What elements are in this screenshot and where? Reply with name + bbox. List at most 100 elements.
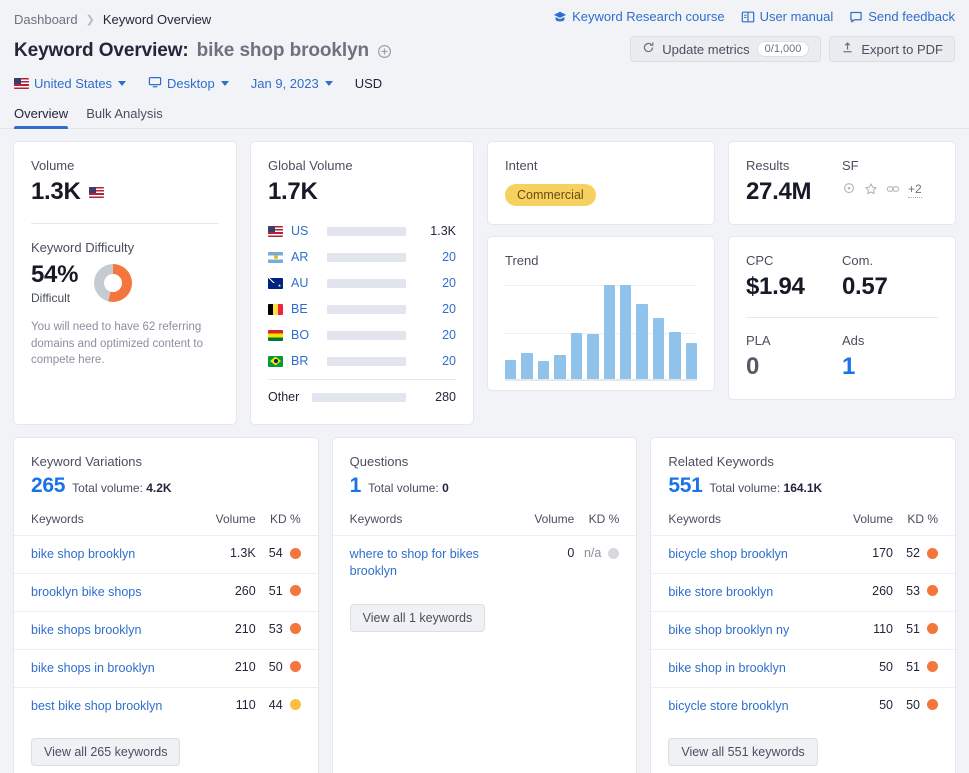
keyword-variations-count[interactable]: 265: [31, 474, 65, 498]
graduation-cap-icon: [553, 10, 567, 24]
kd-value: 53: [268, 621, 283, 636]
cpc-value: $1.94: [746, 273, 805, 300]
kd-cell: 50: [255, 648, 318, 687]
volume-cell: 110: [193, 686, 256, 725]
global-volume-value-cell[interactable]: 20: [414, 276, 456, 290]
keyword-cell[interactable]: bicycle store brooklyn: [651, 686, 832, 725]
global-volume-value-cell[interactable]: 20: [414, 250, 456, 264]
keyword-cell[interactable]: bike shop brooklyn ny: [651, 610, 832, 650]
monitor-icon: [148, 75, 162, 92]
map-pin-icon[interactable]: [842, 182, 856, 199]
global-volume-row: AR 20: [268, 244, 456, 270]
keyword-cell[interactable]: where to shop for bikes brooklyn: [332, 534, 513, 590]
sf-more-count[interactable]: +2: [908, 183, 922, 198]
table-row: bike shop brooklyn ny 110 51: [651, 610, 956, 650]
kd-value: 53: [906, 583, 921, 598]
header-action-buttons: Update metrics 0/1,000 Export to PDF: [630, 36, 955, 62]
country-filter[interactable]: United States: [14, 76, 127, 91]
star-icon[interactable]: [864, 182, 878, 199]
view-all-related-keywords-button[interactable]: View all 551 keywords: [668, 738, 818, 767]
related-keywords-total-value: 164.1K: [783, 481, 823, 495]
global-volume-value-cell[interactable]: 20: [414, 328, 456, 342]
cpc-label: CPC: [746, 253, 774, 268]
table-header-row: Keywords Volume KD %: [651, 512, 955, 536]
export-to-pdf-button[interactable]: Export to PDF: [829, 36, 955, 62]
send-feedback-link[interactable]: Send feedback: [849, 9, 955, 24]
breadcrumb-dashboard[interactable]: Dashboard: [14, 12, 78, 27]
kd-cell: n/a: [574, 534, 637, 590]
global-volume-card: Global Volume 1.7K US 1.3K AR 20 AU 20 BE 20 BO 2…: [250, 141, 474, 425]
global-volume-country-code[interactable]: BR: [291, 354, 319, 368]
kd-value: 50: [268, 659, 283, 674]
volume-cell: 210: [193, 610, 256, 650]
related-keywords-title: Related Keywords: [668, 454, 774, 469]
view-all-questions-button[interactable]: View all 1 keywords: [349, 603, 486, 632]
tab-bulk-analysis[interactable]: Bulk Analysis: [86, 106, 163, 128]
table-row: bicycle shop brooklyn 170 52: [651, 535, 956, 574]
global-volume-value-cell[interactable]: 20: [414, 354, 456, 368]
ads-label: Ads: [842, 333, 865, 348]
view-all-keyword-variations-button[interactable]: View all 265 keywords: [31, 738, 181, 767]
table-row: where to shop for bikes brooklyn 0 n/a: [332, 534, 637, 590]
pla-value: 0: [746, 353, 760, 380]
keyword-difficulty-row: 54% Difficult: [31, 261, 219, 305]
related-keywords-count[interactable]: 551: [668, 474, 702, 498]
global-volume-row: BR 20: [268, 348, 456, 374]
intent-badge[interactable]: Commercial: [505, 184, 596, 206]
global-volume-bar: [327, 356, 406, 366]
global-volume-bar: [327, 252, 406, 262]
global-volume-value-cell[interactable]: 20: [414, 302, 456, 316]
table-row: brooklyn bike shops 260 51: [14, 572, 318, 612]
keyword-cell[interactable]: best bike shop brooklyn: [14, 686, 194, 725]
volume-cell: 210: [193, 648, 256, 687]
column-volume: Volume: [215, 512, 256, 526]
global-volume-country-code[interactable]: US: [291, 224, 319, 238]
user-manual-link[interactable]: User manual: [741, 9, 833, 24]
book-icon: [741, 10, 755, 24]
global-volume-bar: [327, 278, 406, 288]
keyword-cell[interactable]: bike store brooklyn: [651, 572, 832, 612]
kd-dot: [927, 623, 939, 635]
link-icon[interactable]: [886, 182, 900, 199]
keyword-cell[interactable]: bike shops brooklyn: [14, 610, 194, 650]
keyword-cell[interactable]: bike shops in brooklyn: [14, 648, 194, 687]
keyword-research-course-link[interactable]: Keyword Research course: [553, 9, 725, 24]
global-volume-country-code[interactable]: AU: [291, 276, 319, 290]
kd-cell: 53: [893, 572, 956, 612]
tab-overview[interactable]: Overview: [14, 106, 69, 129]
keyword-cell[interactable]: bicycle shop brooklyn: [651, 535, 832, 574]
divider: [746, 317, 938, 318]
questions-count[interactable]: 1: [350, 474, 362, 498]
update-metrics-button[interactable]: Update metrics 0/1,000: [630, 36, 822, 62]
chevron-down-icon: [324, 80, 333, 86]
add-keyword-icon[interactable]: [377, 44, 392, 59]
volume-cell: 50: [831, 648, 894, 687]
keyword-variations-table: Keywords Volume KD % bike shop brooklyn 1…: [14, 512, 318, 725]
date-filter[interactable]: Jan 9, 2023: [251, 76, 333, 91]
keyword-cell[interactable]: brooklyn bike shops: [14, 572, 194, 612]
volume-cell: 170: [831, 535, 894, 574]
global-volume-country-code[interactable]: AR: [291, 250, 319, 264]
volume-cell: 1.3K: [193, 535, 256, 574]
volume-cell: 0: [512, 534, 575, 590]
kd-value: 51: [268, 583, 283, 598]
device-filter[interactable]: Desktop: [148, 75, 229, 92]
global-volume-value: 1.7K: [268, 178, 318, 205]
volume-cell: 50: [831, 686, 894, 725]
trend-label: Trend: [505, 253, 539, 268]
global-volume-country-code[interactable]: BE: [291, 302, 319, 316]
breadcrumb-current: Keyword Overview: [102, 11, 212, 27]
keyword-cell[interactable]: bike shop in brooklyn: [651, 648, 832, 687]
column-volume: Volume: [852, 512, 894, 526]
intent-label: Intent: [505, 158, 538, 173]
ads-value[interactable]: 1: [842, 353, 938, 381]
volume-value: 1.3K: [31, 178, 81, 205]
chevron-down-icon: [220, 80, 229, 86]
send-feedback-label: Send feedback: [868, 9, 955, 24]
volume-cell: 260: [193, 572, 256, 612]
keyword-cell[interactable]: bike shop brooklyn: [14, 535, 194, 574]
questions-total-value: 0: [442, 481, 449, 495]
global-volume-country-code[interactable]: BO: [291, 328, 319, 342]
kd-cell: 51: [893, 610, 956, 650]
related-keywords-total-label: Total volume:: [709, 481, 781, 495]
